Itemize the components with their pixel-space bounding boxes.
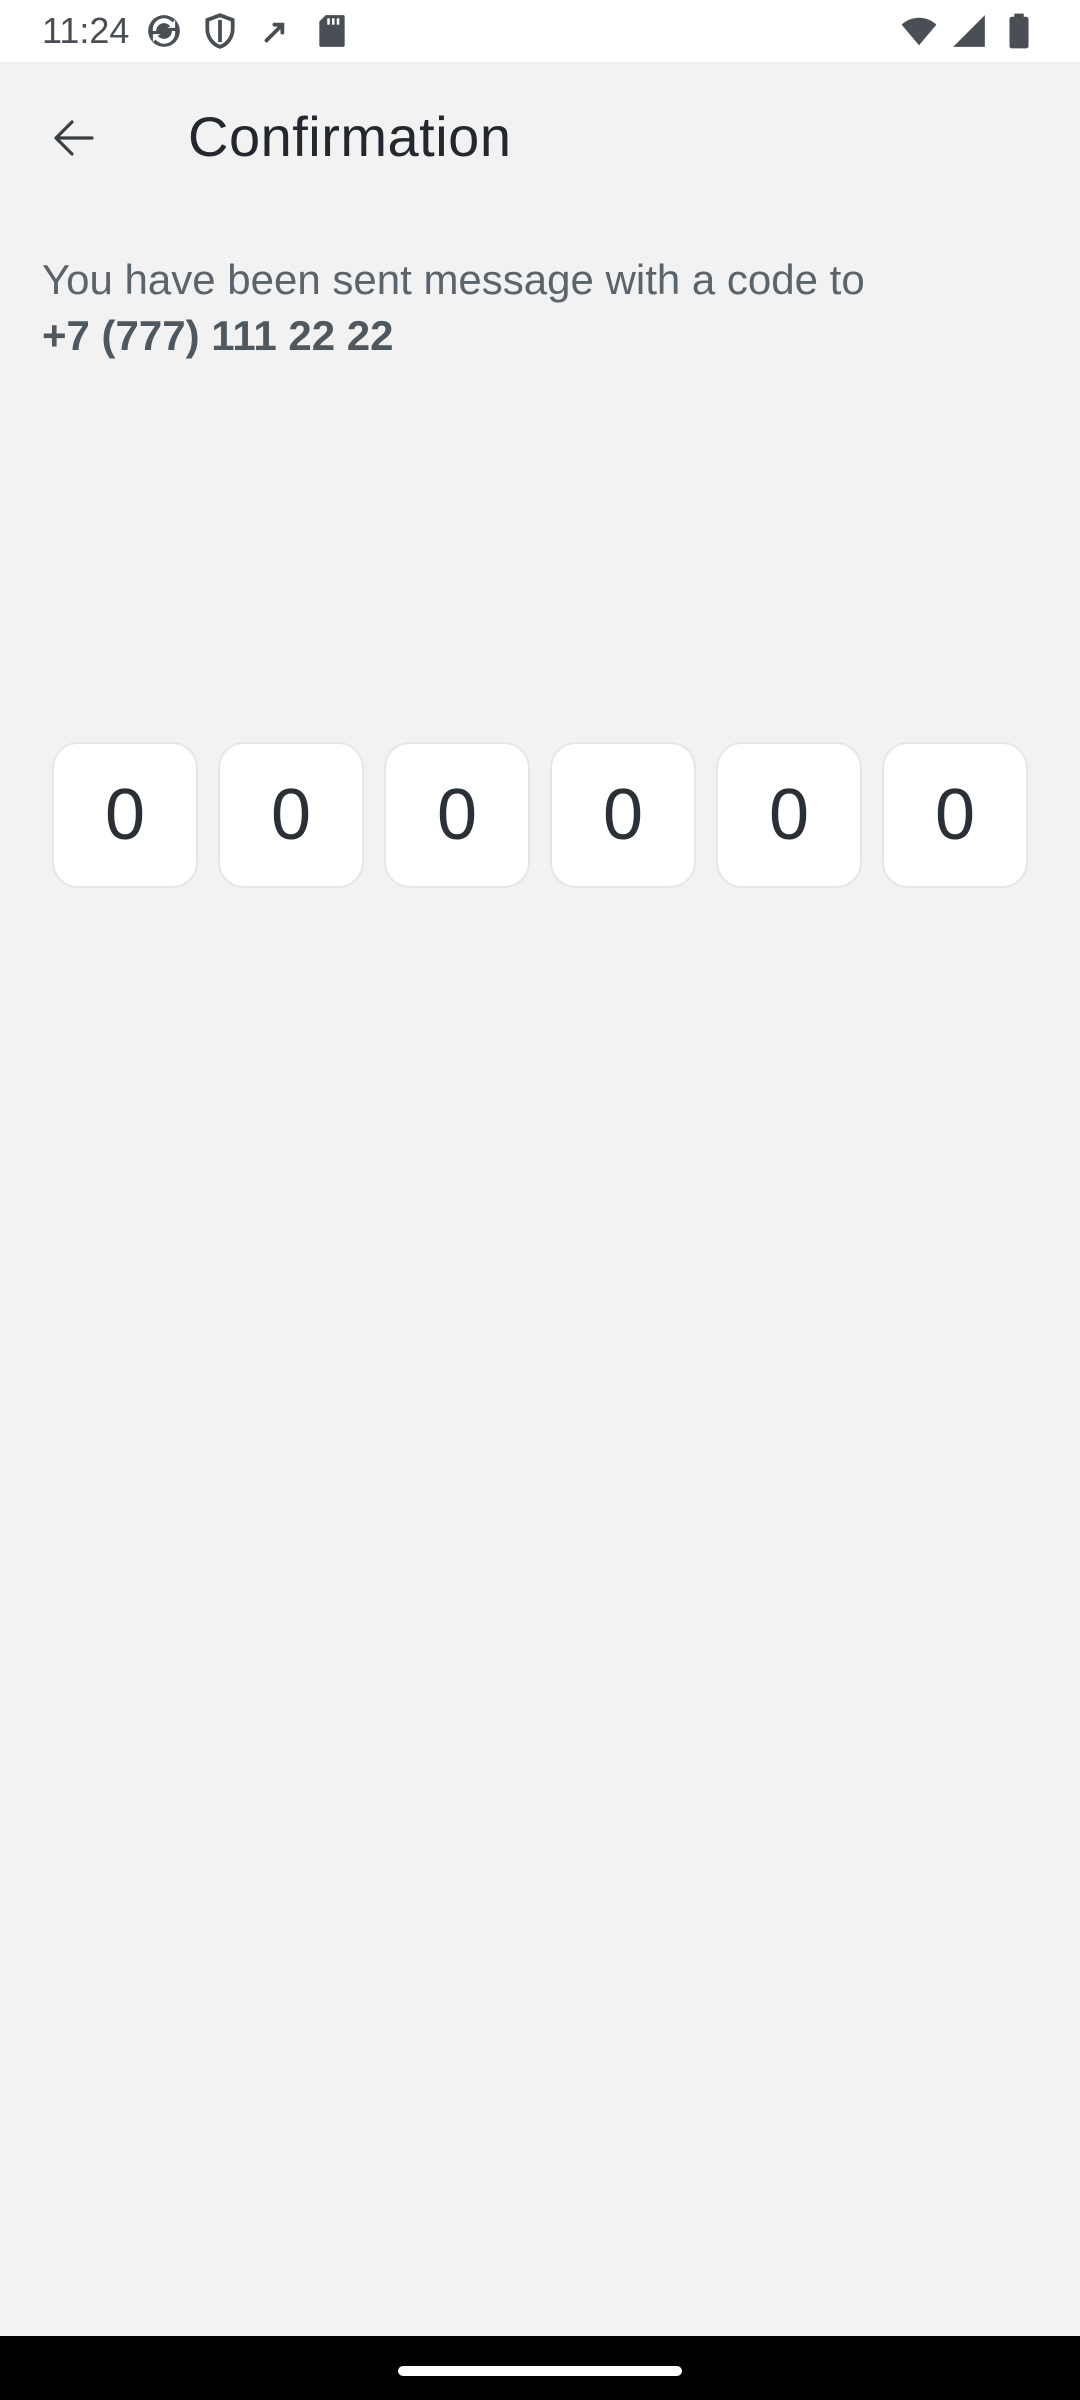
back-button[interactable] bbox=[36, 100, 112, 176]
code-digit-5[interactable]: 0 bbox=[716, 742, 862, 888]
battery-icon bbox=[1000, 12, 1038, 50]
code-digit-3[interactable]: 0 bbox=[384, 742, 530, 888]
verification-code-input[interactable]: 0 0 0 0 0 0 bbox=[52, 742, 1028, 888]
arrow-back-icon bbox=[54, 120, 94, 156]
code-digit-6[interactable]: 0 bbox=[882, 742, 1028, 888]
screen: 11:24 Confirmation You have been sent me… bbox=[0, 0, 1080, 2400]
navigation-bar bbox=[0, 2336, 1080, 2400]
status-right-icons bbox=[900, 12, 1038, 50]
phone-number: +7 (777) 111 22 22 bbox=[42, 312, 394, 359]
call-forward-icon bbox=[257, 12, 295, 50]
app-bar: Confirmation bbox=[0, 62, 1080, 210]
wifi-icon bbox=[900, 12, 938, 50]
code-digit-2[interactable]: 0 bbox=[218, 742, 364, 888]
message-text: You have been sent message with a code t… bbox=[42, 256, 865, 303]
sd-card-icon bbox=[313, 12, 351, 50]
code-digit-4[interactable]: 0 bbox=[550, 742, 696, 888]
status-bar: 11:24 bbox=[0, 0, 1080, 62]
sync-icon bbox=[145, 12, 183, 50]
page-title: Confirmation bbox=[188, 105, 512, 168]
status-left-icons bbox=[145, 12, 351, 50]
code-digit-1[interactable]: 0 bbox=[52, 742, 198, 888]
signal-icon bbox=[950, 12, 988, 50]
shield-icon bbox=[201, 12, 239, 50]
status-time: 11:24 bbox=[42, 10, 130, 51]
code-sent-message: You have been sent message with a code t… bbox=[42, 252, 1042, 364]
home-indicator[interactable] bbox=[398, 2366, 682, 2376]
